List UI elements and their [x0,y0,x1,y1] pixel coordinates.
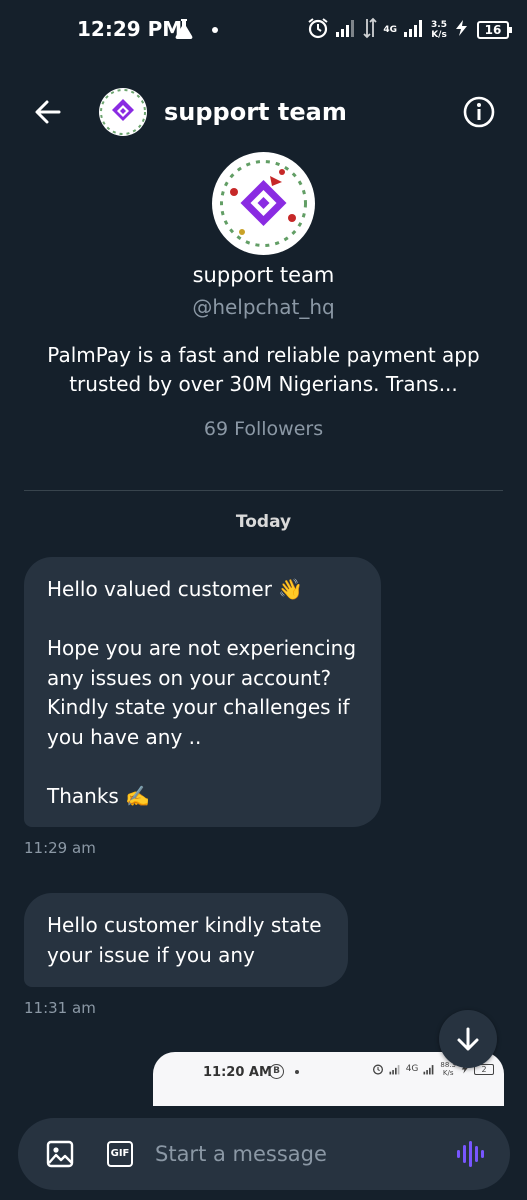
preview-alarm-icon [372,1064,383,1075]
profile-bio: PalmPay is a fast and reliable payment a… [47,343,480,396]
speed-value: 3.5 [431,20,447,30]
header-title[interactable]: support team [164,98,347,126]
message-input[interactable] [155,1134,435,1174]
status-time: 12:29 PM [77,17,183,41]
network-speed: 3.5 K/s [431,20,447,40]
signal-1-icon [335,18,357,42]
conversation-header: support team [0,80,527,144]
speed-unit: K/s [431,30,447,40]
voice-message-button[interactable] [456,1140,486,1168]
arrow-left-icon [35,100,61,124]
alarm-icon [307,17,329,43]
preview-signal-icon [389,1064,400,1074]
preview-dot-icon [295,1070,299,1074]
palmpay-logo-icon [100,89,146,135]
add-image-button[interactable] [46,1140,74,1168]
back-button[interactable] [30,94,66,130]
header-avatar[interactable] [99,88,147,136]
status-bar: 12:29 PM 4G 3.5 K/s 16 [0,0,527,60]
signal-2-icon [403,18,425,42]
info-icon [463,96,495,128]
preview-time: 11:20 AM [203,1065,272,1080]
divider [24,490,503,491]
preview-speed-unit: K/s [442,1069,454,1077]
day-separator: Today [235,512,292,532]
gif-button[interactable]: GIF [107,1141,133,1167]
network-type: 4G [383,25,398,35]
arrow-down-icon [457,1027,479,1051]
message-bubble[interactable]: Hello valued customer 👋 Hope you are not… [24,557,381,827]
message-timestamp: 11:31 am [24,999,96,1017]
preview-network-type: 4G [405,1064,419,1074]
flask-icon [174,18,194,44]
image-icon [46,1140,74,1168]
voice-waveform-icon [457,1141,484,1167]
profile-avatar[interactable] [212,152,315,255]
message-composer: GIF [18,1118,510,1190]
message-text: Hello valued customer 👋 Hope you are not… [47,577,357,808]
palmpay-logo-icon [220,160,307,247]
preview-signal-2-icon [423,1064,434,1074]
profile-handle[interactable]: @helpchat_hq [0,295,527,319]
status-icons: 4G 3.5 K/s 16 [307,15,512,45]
battery-icon: 16 [477,21,512,39]
charging-icon [453,19,471,41]
info-button[interactable] [461,94,497,130]
preview-b-icon: B [269,1064,284,1079]
message-timestamp: 11:29 am [24,839,96,857]
data-transfer-icon [363,17,378,43]
profile-name[interactable]: support team [0,263,527,287]
followers-count[interactable]: 69 Followers [0,418,527,440]
message-bubble[interactable]: Hello customer kindly state your issue i… [24,893,348,987]
message-text: Hello customer kindly state your issue i… [47,913,322,967]
scroll-to-bottom-button[interactable] [439,1010,497,1068]
notification-dot-icon [212,27,218,33]
